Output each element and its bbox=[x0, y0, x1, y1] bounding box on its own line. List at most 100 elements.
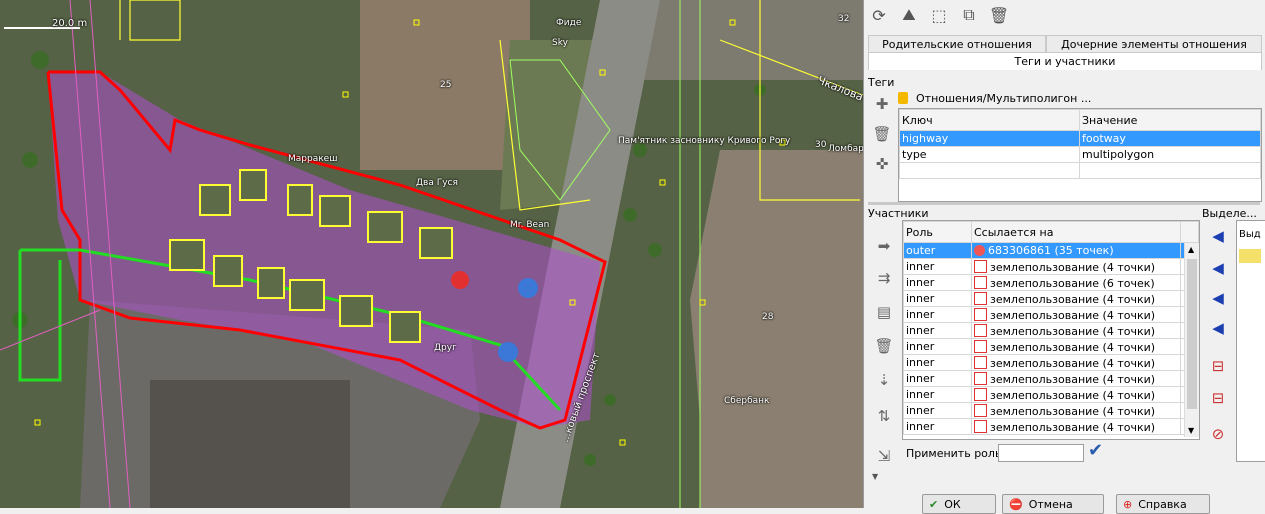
member-role[interactable]: inner bbox=[903, 290, 972, 307]
add-selected-before-icon[interactable]: ◀ bbox=[1206, 256, 1230, 280]
members-scrollbar[interactable]: ▲ ▼ bbox=[1184, 243, 1199, 437]
member-ref[interactable]: землепользование (4 точки) bbox=[971, 306, 1181, 323]
member-ref[interactable]: землепользование (4 точки) bbox=[971, 322, 1181, 339]
poi-label[interactable]: Фиде bbox=[556, 18, 581, 28]
column-header-ref[interactable]: Ссылается на bbox=[971, 221, 1181, 243]
scroll-up-icon[interactable]: ▲ bbox=[1188, 245, 1194, 254]
poi-label[interactable]: Sky bbox=[552, 38, 568, 48]
apply-check-icon[interactable]: ✔ bbox=[1088, 440, 1103, 461]
move-up-icon[interactable]: ➡ bbox=[872, 234, 896, 258]
tag-key[interactable]: type bbox=[899, 146, 1080, 163]
remove-from-relation-icon[interactable]: ⊘ bbox=[1206, 422, 1230, 446]
delete-tag-icon[interactable]: 🗑 bbox=[870, 122, 894, 146]
scroll-down-icon[interactable]: ▼ bbox=[1188, 426, 1194, 435]
poi-label[interactable]: Пам'ятник засновнику Кривого Рогу bbox=[618, 136, 790, 146]
member-row[interactable]: innerземлепользование (4 точки)◻ bbox=[903, 258, 1199, 275]
scroll-thumb[interactable] bbox=[1187, 259, 1197, 409]
member-role[interactable]: inner bbox=[903, 258, 972, 275]
remove-selected-icon[interactable]: ⊟ bbox=[1206, 386, 1230, 410]
member-ref[interactable]: землепользование (6 точек) bbox=[971, 274, 1181, 291]
splitter[interactable] bbox=[868, 202, 1260, 205]
tab-child-members[interactable]: Дочерние элементы отношения bbox=[1046, 35, 1262, 53]
help-button[interactable]: ⊕ Справка bbox=[1116, 494, 1210, 514]
poi-marker-icon[interactable] bbox=[451, 271, 469, 289]
paste-tags-icon[interactable]: ✜ bbox=[870, 152, 894, 176]
member-row[interactable]: innerземлепользование (4 точки)◻ bbox=[903, 402, 1199, 419]
fountain-icon[interactable] bbox=[518, 278, 538, 298]
member-ref[interactable]: землепользование (4 точки) bbox=[971, 258, 1181, 275]
poi-label[interactable]: Марракеш bbox=[288, 154, 337, 164]
tags-table[interactable]: Ключ Значение highway footway type multipol… bbox=[898, 108, 1262, 202]
member-role[interactable]: inner bbox=[903, 402, 972, 419]
column-header-link[interactable] bbox=[1180, 221, 1199, 243]
add-selected-last-icon[interactable]: ◀ bbox=[1206, 316, 1230, 340]
remove-member-icon[interactable]: 🗑 bbox=[872, 334, 896, 358]
download-members-icon[interactable]: ⛰ bbox=[898, 4, 920, 26]
selected-object-icon[interactable] bbox=[1239, 249, 1261, 263]
member-role[interactable]: inner bbox=[903, 322, 972, 339]
member-ref[interactable]: землепользование (4 точки) bbox=[971, 354, 1181, 371]
apply-role-input[interactable] bbox=[998, 444, 1084, 462]
member-ref[interactable]: землепользование (4 точки) bbox=[971, 386, 1181, 403]
add-selected-first-icon[interactable]: ◀ bbox=[1206, 224, 1230, 248]
member-role[interactable]: inner bbox=[903, 354, 972, 371]
member-role[interactable]: outer bbox=[903, 242, 972, 259]
member-role[interactable]: inner bbox=[903, 386, 972, 403]
member-role[interactable]: inner bbox=[903, 418, 972, 435]
poi-label[interactable]: Два Гуся bbox=[416, 178, 458, 188]
poi-label[interactable]: Друг bbox=[434, 343, 457, 353]
tag-value[interactable]: footway bbox=[1079, 130, 1261, 147]
member-row[interactable]: innerземлепользование (4 точки)◻ bbox=[903, 386, 1199, 403]
member-role[interactable]: inner bbox=[903, 338, 972, 355]
add-tag-icon[interactable]: ✚ bbox=[870, 92, 894, 116]
selection-list[interactable]: Выд bbox=[1236, 220, 1265, 462]
member-row[interactable]: innerземлепользование (4 точки)◻ bbox=[903, 370, 1199, 387]
tag-value[interactable]: multipolygon bbox=[1079, 146, 1261, 163]
column-header-role[interactable]: Роль bbox=[903, 221, 972, 243]
sort-members-icon[interactable]: ⇣ bbox=[872, 368, 896, 392]
reverse-members-icon[interactable]: ⇅ bbox=[872, 404, 896, 428]
member-role[interactable]: inner bbox=[903, 370, 972, 387]
tag-key-empty[interactable] bbox=[899, 162, 1080, 179]
member-ref[interactable]: землепользование (4 точки) bbox=[971, 290, 1181, 307]
member-row[interactable]: innerземлепользование (6 точек)◻ bbox=[903, 274, 1199, 291]
tag-row[interactable]: type multipolygon bbox=[899, 146, 1261, 163]
refresh-icon[interactable]: ⟳ bbox=[868, 4, 890, 26]
tag-key[interactable]: highway bbox=[899, 130, 1080, 147]
select-members-icon[interactable]: ⬚ bbox=[928, 4, 950, 26]
zoom-members-icon[interactable]: ⧉ bbox=[958, 4, 980, 26]
members-table[interactable]: Роль Ссылается на outer 683306861 (35 точе… bbox=[902, 220, 1200, 440]
member-role[interactable]: inner bbox=[903, 274, 972, 291]
member-row[interactable]: innerземлепользование (4 точки)◻ bbox=[903, 338, 1199, 355]
ok-button[interactable]: ✔ ОК bbox=[922, 494, 996, 514]
member-row[interactable]: innerземлепользование (4 точки)◻ bbox=[903, 354, 1199, 371]
member-row[interactable]: innerземлепользование (4 точки)◻ bbox=[903, 418, 1199, 435]
map-view[interactable]: 20.0 m Фиде Sky 25 32 Марракеш Два Гуся … bbox=[0, 0, 863, 508]
poi-label[interactable]: Mr. Bean bbox=[510, 220, 549, 230]
member-ref[interactable]: землепользование (4 точки) bbox=[971, 418, 1181, 435]
member-row[interactable]: innerземлепользование (4 точки)◻ bbox=[903, 322, 1199, 339]
member-ref[interactable]: землепользование (4 точки) bbox=[971, 370, 1181, 387]
add-selected-after-icon[interactable]: ◀ bbox=[1206, 286, 1230, 310]
member-row[interactable]: innerземлепользование (4 точки)◻ bbox=[903, 290, 1199, 307]
member-ref[interactable]: землепользование (4 точки) bbox=[971, 338, 1181, 355]
member-ref[interactable]: землепользование (4 точки) bbox=[971, 402, 1181, 419]
edit-member-icon[interactable]: ▤ bbox=[872, 300, 896, 324]
apply-role-icon[interactable]: ⇲ bbox=[872, 444, 896, 468]
move-down-icon[interactable]: ⇉ bbox=[872, 266, 896, 290]
poi-label[interactable]: Ломбард bbox=[828, 144, 863, 154]
member-row[interactable]: outer683306861 (35 точек)◻ bbox=[903, 242, 1199, 259]
tag-row[interactable] bbox=[899, 162, 1261, 179]
member-ref[interactable]: 683306861 (35 точек) bbox=[971, 242, 1181, 259]
column-header-value[interactable]: Значение bbox=[1079, 109, 1261, 131]
trash-icon[interactable]: 🗑 bbox=[988, 4, 1010, 26]
member-row[interactable]: innerземлепользование (4 точки)◻ bbox=[903, 306, 1199, 323]
poi-label[interactable]: Сбербанк bbox=[724, 396, 769, 406]
select-members-icon[interactable]: ⊟ bbox=[1206, 354, 1230, 378]
tab-parent-relations[interactable]: Родительские отношения bbox=[868, 35, 1046, 53]
cancel-button[interactable]: ⛔ Отмена bbox=[1002, 494, 1104, 514]
member-role[interactable]: inner bbox=[903, 306, 972, 323]
fountain-icon[interactable] bbox=[498, 342, 518, 362]
tab-tags-members[interactable]: Теги и участники bbox=[868, 52, 1262, 70]
map-canvas[interactable] bbox=[0, 0, 863, 508]
